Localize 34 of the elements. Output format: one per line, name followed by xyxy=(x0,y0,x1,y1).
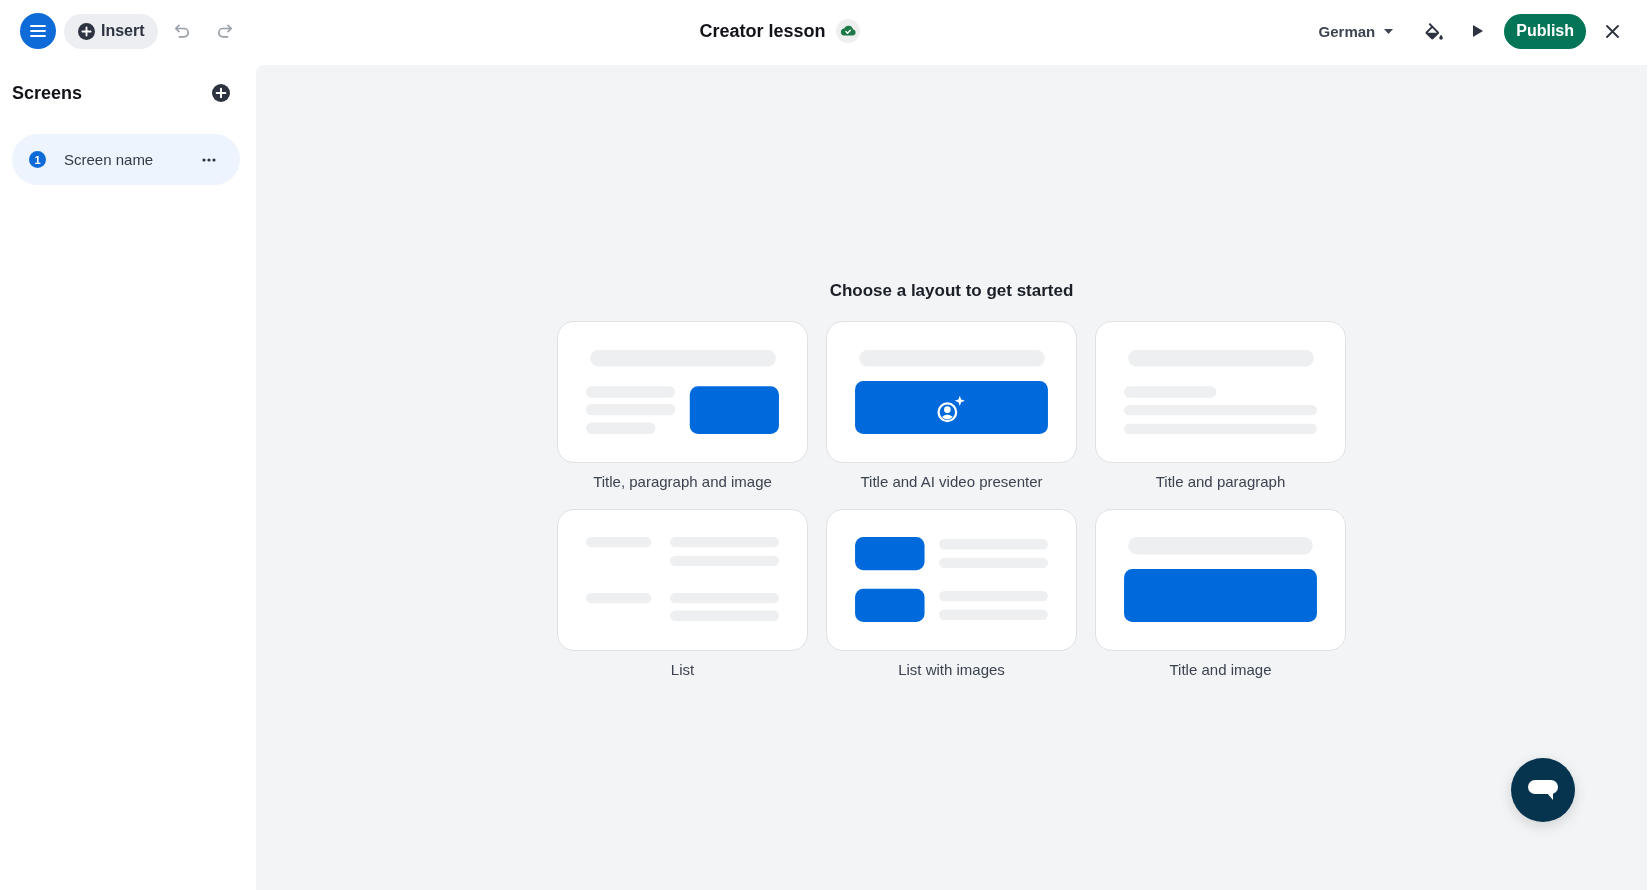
layout-label: Title and AI video presenter xyxy=(860,472,1043,492)
sidebar-heading: Screens xyxy=(12,82,83,104)
cloud-check-icon xyxy=(835,19,860,43)
publish-button[interactable]: Publish xyxy=(1504,13,1586,49)
close-icon xyxy=(1605,24,1619,38)
layout-heading: Choose a layout to get started xyxy=(829,281,1074,301)
layout-label: List with images xyxy=(898,660,1005,680)
plus-circle-icon xyxy=(212,84,230,102)
more-icon xyxy=(202,157,216,162)
layout-label: List xyxy=(670,660,695,680)
layout-card[interactable] xyxy=(1095,509,1346,651)
chat-bubble-icon xyxy=(1528,779,1558,801)
redo-icon xyxy=(216,24,233,38)
avatar-sparkle-icon xyxy=(937,395,965,423)
language-dropdown[interactable]: German xyxy=(1318,13,1394,49)
layout-label: Title and image xyxy=(1169,660,1272,680)
layout-card[interactable] xyxy=(826,509,1077,651)
insert-button[interactable]: Insert xyxy=(64,13,158,49)
menu-icon xyxy=(30,25,46,37)
layout-label: Title, paragraph and image xyxy=(593,472,772,492)
layout-card[interactable] xyxy=(826,321,1077,463)
add-screen-button[interactable] xyxy=(209,81,233,105)
layout-label: Title and paragraph xyxy=(1155,472,1286,492)
plus-circle-icon xyxy=(78,22,95,40)
caret-down-icon xyxy=(1384,28,1394,34)
number-badge: 1 xyxy=(29,151,46,168)
undo-icon xyxy=(173,24,190,38)
document-title: Creator lesson xyxy=(699,20,826,42)
chat-button[interactable] xyxy=(1511,758,1575,822)
layout-card[interactable] xyxy=(557,321,808,463)
menu-button[interactable] xyxy=(20,13,56,49)
screen-item[interactable]: 1 Screen name xyxy=(12,134,240,185)
play-icon xyxy=(1473,25,1484,37)
paint-bucket-icon xyxy=(1424,22,1444,40)
